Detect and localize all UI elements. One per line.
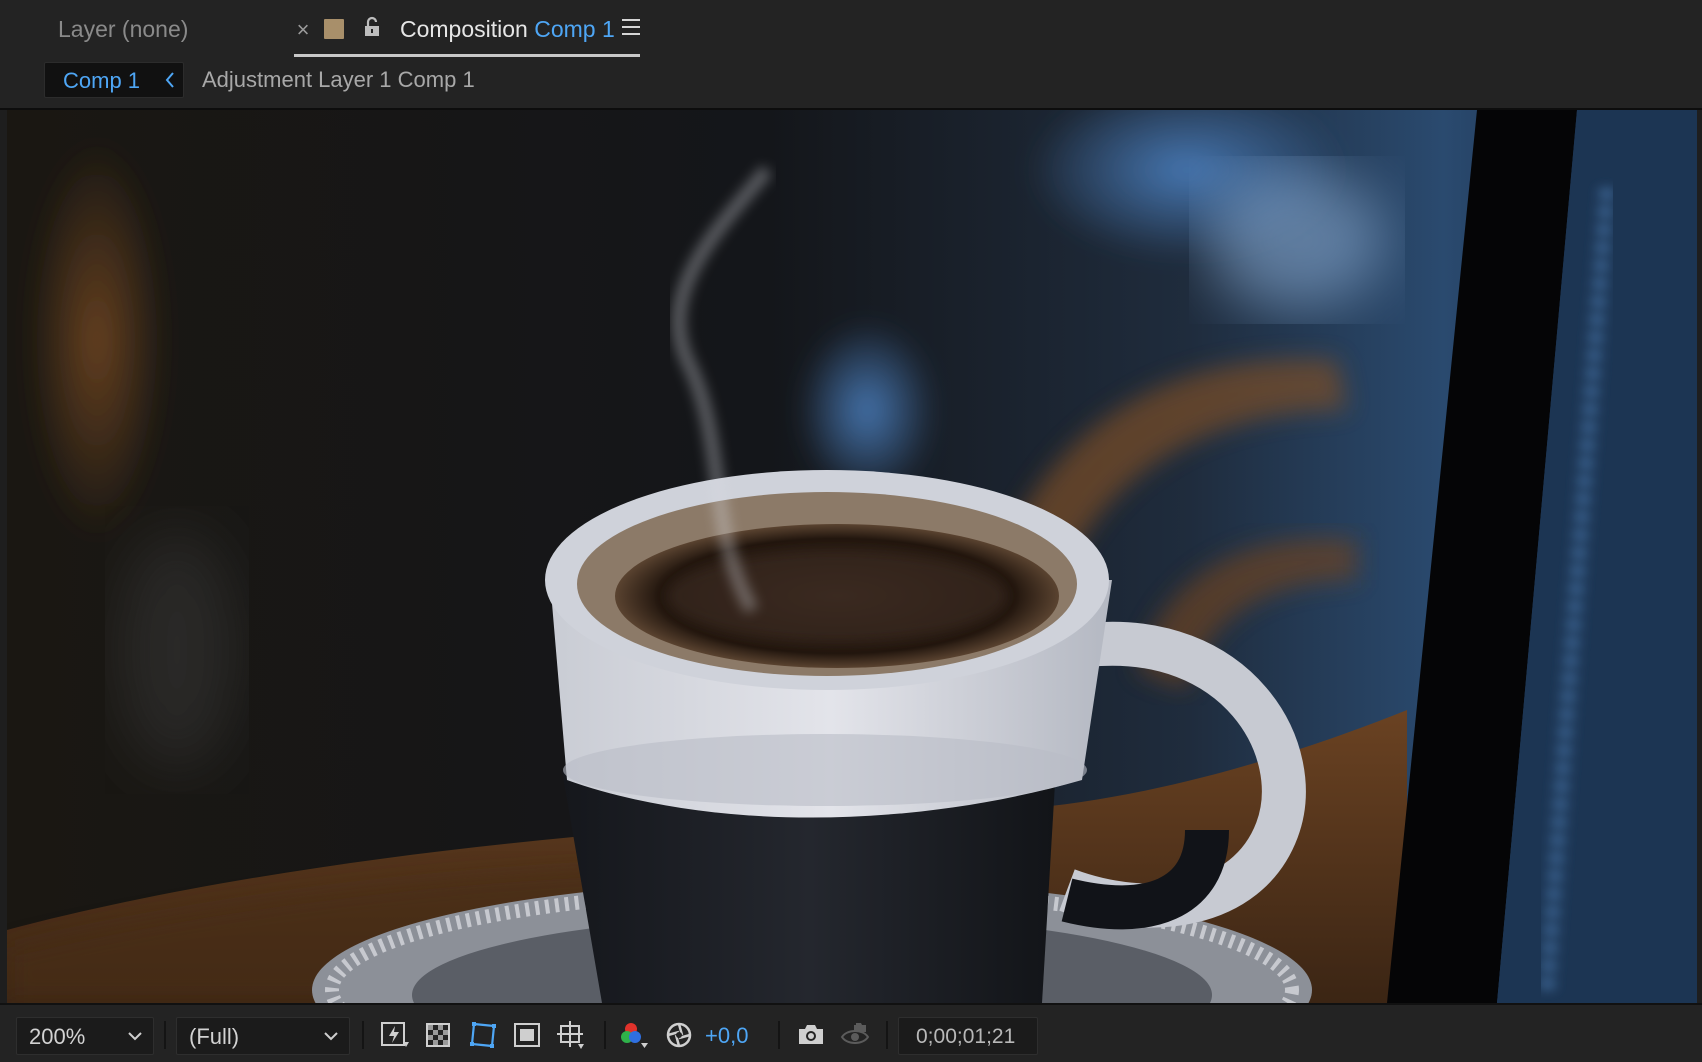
- show-snapshot-icon[interactable]: [840, 1020, 870, 1050]
- toolbar-separator: [164, 1021, 166, 1049]
- viewer-frame-image: [7, 110, 1697, 1003]
- region-of-interest-icon[interactable]: [512, 1020, 542, 1050]
- magnification-dropdown[interactable]: 200%: [16, 1017, 154, 1055]
- magnification-value: 200%: [29, 1024, 86, 1049]
- lock-icon[interactable]: [362, 16, 382, 38]
- composition-panel: Layer (none) × Composition Comp 1 Comp 1: [0, 0, 1702, 1062]
- fast-previews-icon[interactable]: [380, 1020, 410, 1050]
- camera-icon[interactable]: [796, 1020, 826, 1050]
- breadcrumb-active-label: Comp 1: [63, 68, 141, 93]
- toolbar-separator: [604, 1021, 606, 1049]
- chevron-left-icon[interactable]: [163, 71, 177, 89]
- current-time-display[interactable]: 0;00;01;21: [898, 1017, 1038, 1055]
- color-management-icon[interactable]: [664, 1020, 694, 1050]
- toolbar-separator: [362, 1021, 364, 1049]
- transparency-grid-icon[interactable]: [424, 1020, 454, 1050]
- breadcrumb-adjustment-layer[interactable]: Adjustment Layer 1 Comp 1: [202, 67, 475, 93]
- tab-composition-name: Comp 1: [534, 16, 615, 42]
- resolution-dropdown[interactable]: (Full): [176, 1017, 350, 1055]
- tab-composition[interactable]: × Composition Comp 1: [294, 0, 640, 57]
- chevron-down-icon: [324, 1032, 338, 1041]
- viewer-toolbar: 200% (Full) +0,0 0;00;01;21: [0, 1003, 1702, 1062]
- chevron-down-icon: [128, 1032, 142, 1041]
- tab-composition-title: Composition Comp 1: [400, 16, 615, 43]
- toolbar-separator: [886, 1021, 888, 1049]
- close-tab-icon[interactable]: ×: [294, 17, 312, 43]
- toolbar-separator: [778, 1021, 780, 1049]
- mask-path-visibility-icon[interactable]: [468, 1020, 498, 1050]
- composition-viewer[interactable]: [7, 110, 1697, 1003]
- exposure-value[interactable]: +0,0: [705, 1023, 748, 1049]
- composition-navigator: Comp 1 Adjustment Layer 1 Comp 1: [0, 58, 1702, 110]
- breadcrumb-comp-1[interactable]: Comp 1: [44, 62, 184, 98]
- panel-tab-bar: Layer (none) × Composition Comp 1: [0, 0, 1702, 59]
- grid-guides-icon[interactable]: [556, 1020, 586, 1050]
- resolution-value: (Full): [189, 1024, 240, 1049]
- tab-composition-prefix: Composition: [400, 16, 528, 42]
- timecode-value: 0;00;01;21: [916, 1025, 1016, 1048]
- tab-layer-panel[interactable]: Layer (none): [58, 16, 188, 43]
- hamburger-menu-icon[interactable]: [622, 19, 640, 35]
- rgb-channels-icon[interactable]: [620, 1020, 650, 1050]
- label-color-swatch[interactable]: [324, 19, 344, 39]
